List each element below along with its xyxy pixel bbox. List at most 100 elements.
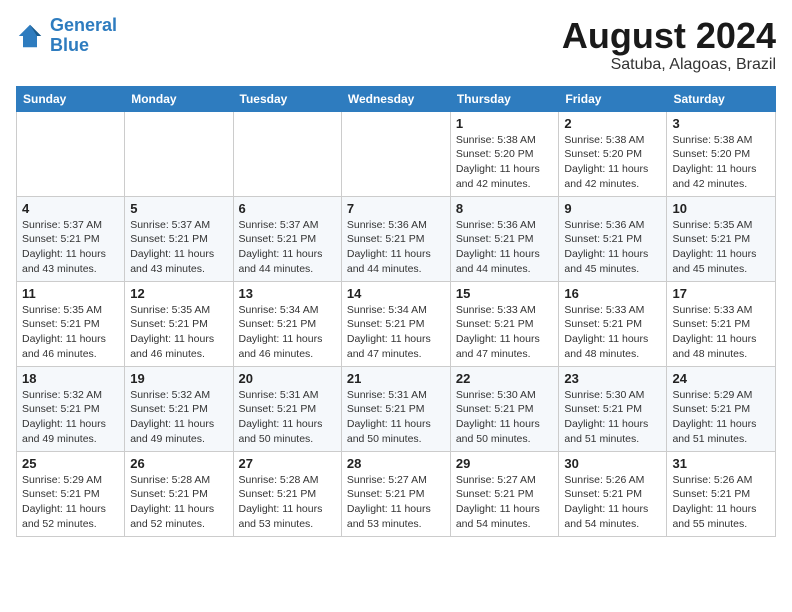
day-header-tuesday: Tuesday (233, 86, 341, 111)
calendar-cell: 14Sunrise: 5:34 AMSunset: 5:21 PMDayligh… (341, 281, 450, 366)
day-number: 15 (456, 286, 554, 301)
day-number: 13 (239, 286, 336, 301)
day-info: Sunrise: 5:34 AMSunset: 5:21 PMDaylight:… (239, 303, 336, 362)
day-info: Sunrise: 5:35 AMSunset: 5:21 PMDaylight:… (672, 218, 770, 277)
week-row-5: 25 Sunrise: 5:29 AMSunset: 5:21 PMDayligh… (17, 451, 776, 536)
calendar-cell: 4 Sunrise: 5:37 AMSunset: 5:21 PMDaylight… (17, 196, 125, 281)
day-info: Sunrise: 5:29 AMSunset: 5:21 PMDaylight:… (22, 473, 119, 532)
day-number: 12 (130, 286, 227, 301)
calendar-cell (125, 111, 233, 196)
day-number: 9 (564, 201, 661, 216)
calendar-cell: 15 Sunrise: 5:33 AMSunset: 5:21 PMDayligh… (450, 281, 559, 366)
day-info: Sunrise: 5:36 AMSunset: 5:21 PMDaylight:… (347, 218, 445, 277)
day-header-sunday: Sunday (17, 86, 125, 111)
calendar-cell: 23 Sunrise: 5:30 AMSunset: 5:21 PMDayligh… (559, 366, 667, 451)
day-number: 8 (456, 201, 554, 216)
day-number: 23 (564, 371, 661, 386)
calendar-cell: 21 Sunrise: 5:31 AMSunset: 5:21 PMDayligh… (341, 366, 450, 451)
calendar-cell: 29 Sunrise: 5:27 AMSunset: 5:21 PMDayligh… (450, 451, 559, 536)
logo-text: General Blue (50, 16, 117, 56)
day-info: Sunrise: 5:37 AMSunset: 5:21 PMDaylight:… (130, 218, 227, 277)
day-info: Sunrise: 5:28 AMSunset: 5:21 PMDaylight:… (130, 473, 227, 532)
day-number: 2 (564, 116, 661, 131)
calendar-cell: 7 Sunrise: 5:36 AMSunset: 5:21 PMDaylight… (341, 196, 450, 281)
calendar-cell: 8Sunrise: 5:36 AMSunset: 5:21 PMDaylight… (450, 196, 559, 281)
day-number: 25 (22, 456, 119, 471)
calendar-cell: 27Sunrise: 5:28 AMSunset: 5:21 PMDayligh… (233, 451, 341, 536)
page-header: General Blue August 2024 Satuba, Alagoas… (16, 16, 776, 74)
calendar-cell: 5 Sunrise: 5:37 AMSunset: 5:21 PMDaylight… (125, 196, 233, 281)
day-info: Sunrise: 5:33 AMSunset: 5:21 PMDaylight:… (564, 303, 661, 362)
day-info: Sunrise: 5:35 AMSunset: 5:21 PMDaylight:… (130, 303, 227, 362)
day-number: 24 (672, 371, 770, 386)
day-header-wednesday: Wednesday (341, 86, 450, 111)
day-info: Sunrise: 5:30 AMSunset: 5:21 PMDaylight:… (456, 388, 554, 447)
day-info: Sunrise: 5:31 AMSunset: 5:21 PMDaylight:… (347, 388, 445, 447)
calendar-cell: 20 Sunrise: 5:31 AMSunset: 5:21 PMDayligh… (233, 366, 341, 451)
calendar-cell: 12 Sunrise: 5:35 AMSunset: 5:21 PMDayligh… (125, 281, 233, 366)
calendar-cell: 13 Sunrise: 5:34 AMSunset: 5:21 PMDayligh… (233, 281, 341, 366)
day-number: 1 (456, 116, 554, 131)
day-number: 22 (456, 371, 554, 386)
day-info: Sunrise: 5:26 AMSunset: 5:21 PMDaylight:… (672, 473, 770, 532)
calendar-cell (233, 111, 341, 196)
day-number: 5 (130, 201, 227, 216)
day-info: Sunrise: 5:38 AMSunset: 5:20 PMDaylight:… (564, 133, 661, 192)
day-number: 20 (239, 371, 336, 386)
day-info: Sunrise: 5:37 AMSunset: 5:21 PMDaylight:… (239, 218, 336, 277)
day-info: Sunrise: 5:29 AMSunset: 5:21 PMDaylight:… (672, 388, 770, 447)
day-number: 29 (456, 456, 554, 471)
calendar-cell: 11 Sunrise: 5:35 AMSunset: 5:21 PMDayligh… (17, 281, 125, 366)
day-info: Sunrise: 5:27 AMSunset: 5:21 PMDaylight:… (456, 473, 554, 532)
calendar-cell: 6Sunrise: 5:37 AMSunset: 5:21 PMDaylight… (233, 196, 341, 281)
calendar-cell: 22 Sunrise: 5:30 AMSunset: 5:21 PMDayligh… (450, 366, 559, 451)
day-info: Sunrise: 5:26 AMSunset: 5:21 PMDaylight:… (564, 473, 661, 532)
day-number: 10 (672, 201, 770, 216)
calendar-cell: 10 Sunrise: 5:35 AMSunset: 5:21 PMDayligh… (667, 196, 776, 281)
day-number: 14 (347, 286, 445, 301)
day-header-friday: Friday (559, 86, 667, 111)
day-info: Sunrise: 5:27 AMSunset: 5:21 PMDaylight:… (347, 473, 445, 532)
day-header-thursday: Thursday (450, 86, 559, 111)
days-header-row: SundayMondayTuesdayWednesdayThursdayFrid… (17, 86, 776, 111)
day-number: 31 (672, 456, 770, 471)
day-number: 17 (672, 286, 770, 301)
calendar-cell: 25 Sunrise: 5:29 AMSunset: 5:21 PMDayligh… (17, 451, 125, 536)
day-info: Sunrise: 5:31 AMSunset: 5:21 PMDaylight:… (239, 388, 336, 447)
day-number: 4 (22, 201, 119, 216)
week-row-2: 4 Sunrise: 5:37 AMSunset: 5:21 PMDaylight… (17, 196, 776, 281)
calendar-cell: 18Sunrise: 5:32 AMSunset: 5:21 PMDayligh… (17, 366, 125, 451)
day-number: 30 (564, 456, 661, 471)
calendar-cell (17, 111, 125, 196)
day-info: Sunrise: 5:35 AMSunset: 5:21 PMDaylight:… (22, 303, 119, 362)
calendar-cell: 3Sunrise: 5:38 AMSunset: 5:20 PMDaylight… (667, 111, 776, 196)
calendar-cell: 9 Sunrise: 5:36 AMSunset: 5:21 PMDaylight… (559, 196, 667, 281)
calendar-cell: 17Sunrise: 5:33 AMSunset: 5:21 PMDayligh… (667, 281, 776, 366)
day-info: Sunrise: 5:28 AMSunset: 5:21 PMDaylight:… (239, 473, 336, 532)
title-block: August 2024 Satuba, Alagoas, Brazil (562, 16, 776, 74)
calendar-cell: 19 Sunrise: 5:32 AMSunset: 5:21 PMDayligh… (125, 366, 233, 451)
week-row-1: 1 Sunrise: 5:38 AMSunset: 5:20 PMDaylight… (17, 111, 776, 196)
day-number: 11 (22, 286, 119, 301)
day-info: Sunrise: 5:32 AMSunset: 5:21 PMDaylight:… (130, 388, 227, 447)
location: Satuba, Alagoas, Brazil (562, 56, 776, 74)
day-info: Sunrise: 5:30 AMSunset: 5:21 PMDaylight:… (564, 388, 661, 447)
day-number: 7 (347, 201, 445, 216)
calendar-cell: 26 Sunrise: 5:28 AMSunset: 5:21 PMDayligh… (125, 451, 233, 536)
day-info: Sunrise: 5:37 AMSunset: 5:21 PMDaylight:… (22, 218, 119, 277)
day-number: 21 (347, 371, 445, 386)
day-info: Sunrise: 5:33 AMSunset: 5:21 PMDaylight:… (456, 303, 554, 362)
week-row-4: 18Sunrise: 5:32 AMSunset: 5:21 PMDayligh… (17, 366, 776, 451)
day-number: 19 (130, 371, 227, 386)
calendar-cell: 24 Sunrise: 5:29 AMSunset: 5:21 PMDayligh… (667, 366, 776, 451)
calendar-cell: 28Sunrise: 5:27 AMSunset: 5:21 PMDayligh… (341, 451, 450, 536)
logo: General Blue (16, 16, 117, 56)
month-year: August 2024 (562, 16, 776, 56)
day-header-saturday: Saturday (667, 86, 776, 111)
day-number: 3 (672, 116, 770, 131)
calendar-cell: 1Sunrise: 5:38 AMSunset: 5:20 PMDaylight… (450, 111, 559, 196)
day-number: 26 (130, 456, 227, 471)
day-info: Sunrise: 5:36 AMSunset: 5:21 PMDaylight:… (564, 218, 661, 277)
day-header-monday: Monday (125, 86, 233, 111)
calendar-cell (341, 111, 450, 196)
